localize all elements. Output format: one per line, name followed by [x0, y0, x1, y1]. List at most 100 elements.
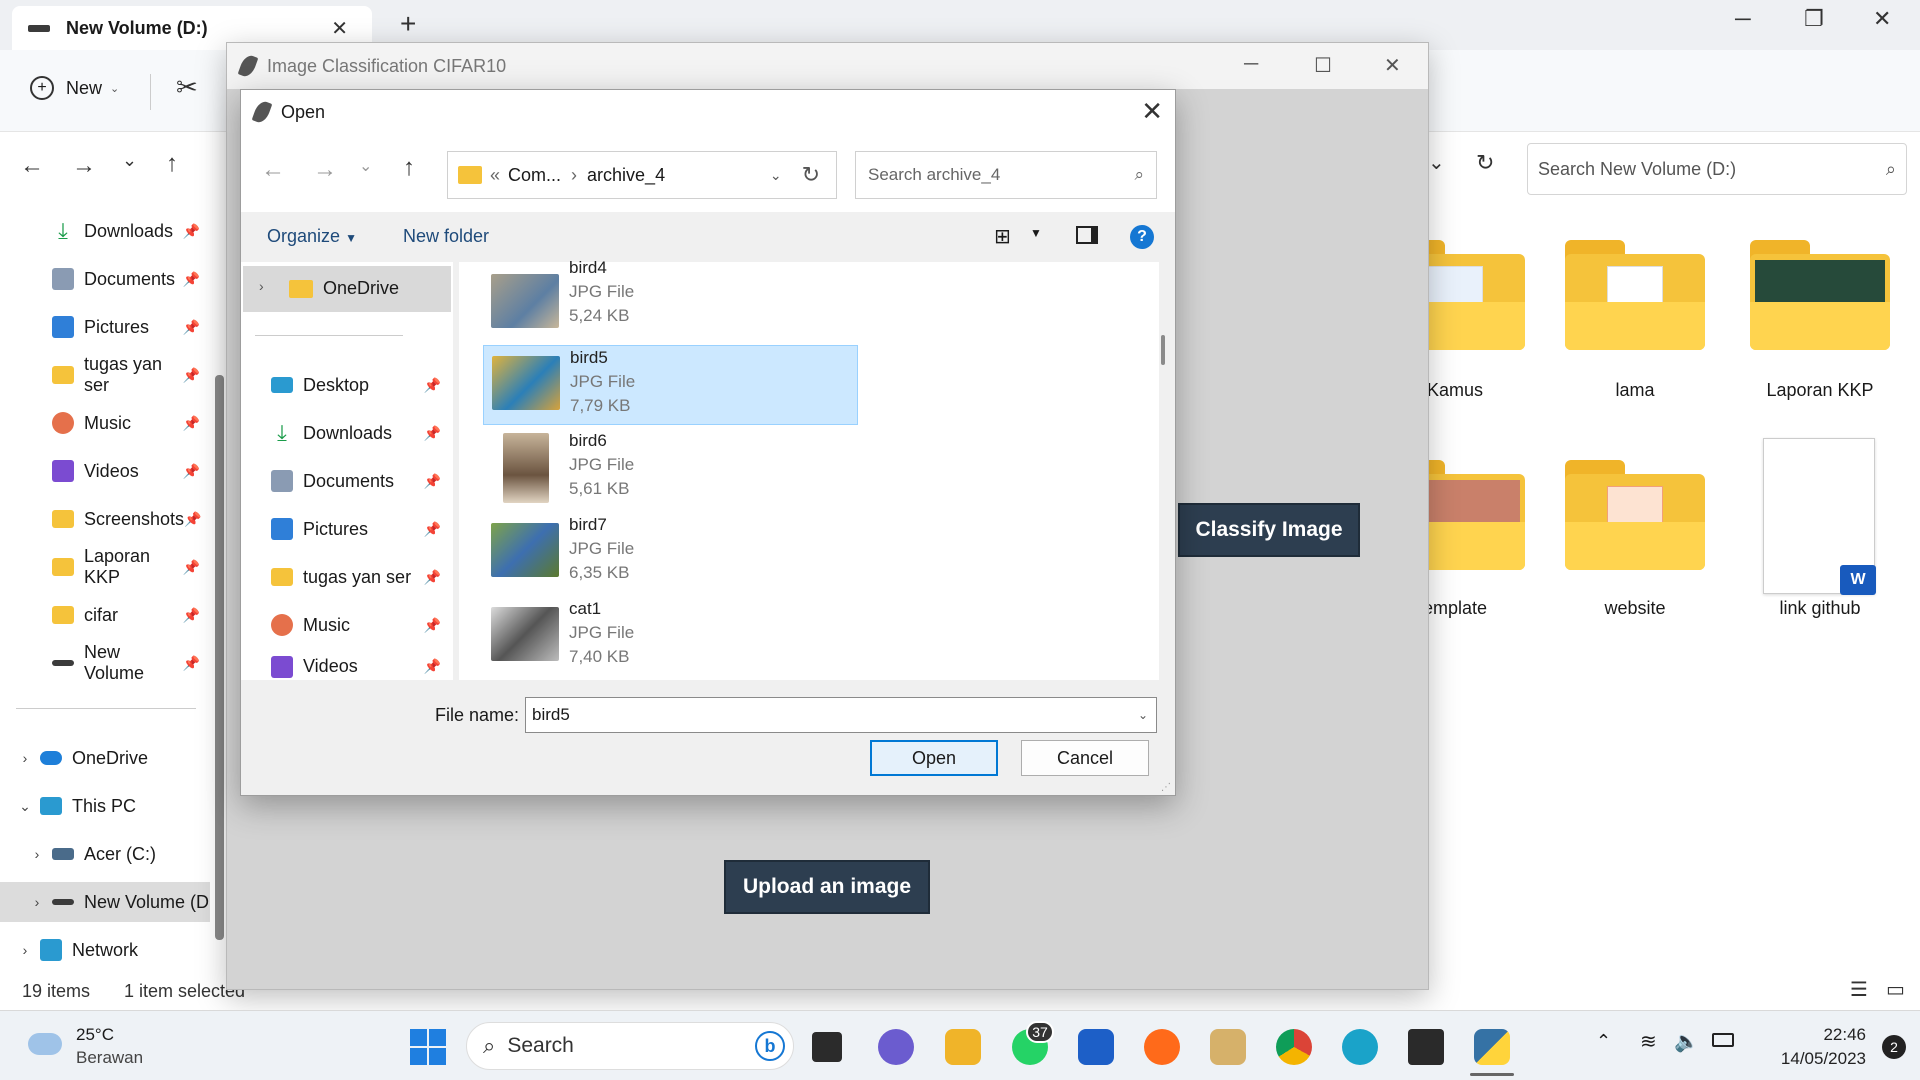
edge-icon[interactable]	[1342, 1029, 1378, 1065]
nav-item-screenshots[interactable]: Screenshots 📌	[0, 499, 210, 539]
file-item-cat1[interactable]: cat1 JPG File 7,40 KB	[483, 597, 858, 677]
details-view-icon[interactable]: ☰	[1850, 977, 1868, 1002]
refresh-icon[interactable]: ↻	[802, 162, 820, 188]
teams-chat-icon[interactable]	[878, 1029, 914, 1065]
nav-item-downloads[interactable]: ⤓ Downloads 📌	[271, 413, 441, 453]
breadcrumb-root[interactable]: Com...	[508, 165, 561, 186]
nav-item-laporan-kkp[interactable]: Laporan KKP 📌	[0, 546, 210, 587]
forward-arrow-icon[interactable]: →	[72, 152, 96, 180]
new-tab-icon[interactable]: +	[400, 8, 416, 40]
cut-icon[interactable]: ✂	[176, 72, 198, 103]
nav-item-cifar[interactable]: cifar 📌	[0, 595, 210, 635]
classify-image-button[interactable]: Classify Image	[1178, 503, 1360, 557]
tiles-view-icon[interactable]: ▭	[1886, 977, 1905, 1002]
wifi-icon[interactable]: ≋	[1640, 1029, 1657, 1054]
solitaire-icon[interactable]	[1210, 1029, 1246, 1065]
dialog-title: Open	[281, 101, 326, 122]
minimize-icon[interactable]: ─	[1735, 6, 1751, 32]
back-arrow-icon[interactable]: ←	[20, 152, 44, 180]
microsoft-store-icon[interactable]	[1078, 1029, 1114, 1065]
task-view-icon[interactable]	[812, 1032, 842, 1062]
terminal-icon[interactable]	[1408, 1029, 1444, 1065]
back-arrow-icon[interactable]: ←	[261, 156, 285, 184]
nav-item-onedrive-selected[interactable]: › OneDrive	[243, 266, 451, 312]
nav-item-videos[interactable]: Videos 📌	[0, 451, 210, 491]
up-arrow-icon[interactable]: ↑	[166, 150, 178, 178]
close-icon[interactable]: ✕	[1141, 96, 1163, 127]
caret-down-icon[interactable]: ▼	[1030, 226, 1042, 240]
chevron-up-icon[interactable]: ⌃	[1596, 1031, 1611, 1052]
nav-item-tugas[interactable]: tugas yan ser 📌	[0, 354, 210, 395]
nav-item-documents[interactable]: Documents 📌	[0, 259, 210, 299]
nav-item-acer-c[interactable]: › Acer (C:)	[0, 834, 210, 874]
breadcrumb-folder[interactable]: archive_4	[587, 165, 665, 186]
image-thumbnail	[491, 274, 559, 328]
upload-image-button[interactable]: Upload an image	[724, 860, 930, 914]
file-name-input[interactable]: bird5 ⌄	[525, 697, 1157, 733]
firefox-icon[interactable]	[1144, 1029, 1180, 1065]
clock[interactable]: 22:46 14/05/2023	[1781, 1023, 1866, 1071]
folder-website[interactable]	[1565, 460, 1705, 570]
cancel-button[interactable]: Cancel	[1021, 740, 1149, 776]
explorer-search-input[interactable]: Search New Volume (D:) ⌕	[1527, 143, 1907, 195]
dialog-search-input[interactable]: Search archive_4 ⌕	[855, 151, 1157, 199]
address-dropdown-icon[interactable]: ⌄	[1428, 150, 1445, 175]
weather-desc: Berawan	[76, 1048, 144, 1067]
chrome-icon[interactable]	[1276, 1029, 1312, 1065]
start-icon[interactable]	[410, 1029, 446, 1065]
nav-item-new-volume-d[interactable]: › New Volume (D	[0, 882, 210, 922]
word-document-link-github[interactable]: W	[1763, 438, 1876, 595]
recent-chevron-icon[interactable]: ⌄	[359, 156, 372, 176]
help-icon[interactable]: ?	[1130, 225, 1154, 249]
nav-item-pictures[interactable]: Pictures 📌	[271, 509, 441, 549]
maximize-icon[interactable]: ☐	[1314, 53, 1332, 78]
restore-icon[interactable]: ❐	[1804, 6, 1824, 32]
weather-widget[interactable]: 25°C Berawan	[26, 1023, 176, 1071]
organize-button[interactable]: Organize ▼	[267, 226, 357, 247]
folder-lama[interactable]	[1565, 240, 1705, 350]
taskbar-search[interactable]: ⌕ Search b	[466, 1022, 794, 1070]
nav-item-music[interactable]: Music 📌	[271, 605, 441, 645]
python-icon[interactable]	[1474, 1029, 1510, 1065]
battery-icon[interactable]	[1712, 1033, 1734, 1047]
volume-icon[interactable]: 🔈	[1674, 1029, 1699, 1054]
chevron-down-icon[interactable]: ⌄	[770, 167, 782, 184]
nav-item-tugas[interactable]: tugas yan ser 📌	[271, 557, 441, 597]
nav-item-desktop[interactable]: Desktop 📌	[271, 365, 441, 405]
chevron-down-icon[interactable]: ⌄	[1138, 708, 1148, 722]
close-icon[interactable]: ✕	[331, 16, 348, 41]
file-item-bird6[interactable]: bird6 JPG File 5,61 KB	[483, 429, 858, 509]
view-options-icon[interactable]: ⊞	[994, 224, 1011, 249]
nav-label: Videos	[84, 460, 139, 481]
nav-scrollbar[interactable]	[215, 375, 224, 940]
folder-laporan-kkp[interactable]	[1750, 240, 1890, 350]
new-button[interactable]: + New ⌄	[30, 76, 119, 100]
nav-item-videos[interactable]: Videos 📌	[271, 653, 441, 680]
file-item-bird5[interactable]: bird5 JPG File 7,79 KB	[483, 345, 858, 425]
minimize-icon[interactable]: ─	[1244, 53, 1258, 76]
nav-item-onedrive[interactable]: › OneDrive	[0, 738, 210, 778]
preview-pane-icon[interactable]	[1076, 226, 1098, 244]
close-icon[interactable]: ✕	[1384, 53, 1401, 78]
file-explorer-icon[interactable]	[945, 1029, 981, 1065]
nav-item-this-pc[interactable]: ⌄ This PC	[0, 786, 210, 826]
file-list-scrollbar[interactable]	[1161, 335, 1165, 365]
new-folder-button[interactable]: New folder	[403, 226, 489, 247]
nav-item-pictures[interactable]: Pictures 📌	[0, 307, 210, 347]
forward-arrow-icon[interactable]: →	[313, 156, 337, 184]
nav-item-network[interactable]: › Network	[0, 930, 210, 970]
nav-item-downloads[interactable]: ⤓ Downloads 📌	[0, 211, 210, 251]
nav-item-music[interactable]: Music 📌	[0, 403, 210, 443]
recent-chevron-icon[interactable]: ⌄	[122, 150, 137, 171]
refresh-icon[interactable]: ↻	[1476, 150, 1494, 176]
notification-count[interactable]: 2	[1882, 1035, 1906, 1059]
up-arrow-icon[interactable]: ↑	[403, 154, 415, 182]
resize-grip-icon[interactable]: ⋰	[1161, 782, 1171, 793]
close-window-icon[interactable]: ✕	[1873, 6, 1891, 32]
nav-item-documents[interactable]: Documents 📌	[271, 461, 441, 501]
nav-item-new-volume[interactable]: New Volume 📌	[0, 642, 210, 683]
file-item-bird4[interactable]: bird4 JPG File 5,24 KB	[483, 258, 858, 334]
dialog-address-bar[interactable]: « Com... › archive_4 ⌄ ↻	[447, 151, 837, 199]
file-item-bird7[interactable]: bird7 JPG File 6,35 KB	[483, 513, 858, 593]
open-button[interactable]: Open	[870, 740, 998, 776]
